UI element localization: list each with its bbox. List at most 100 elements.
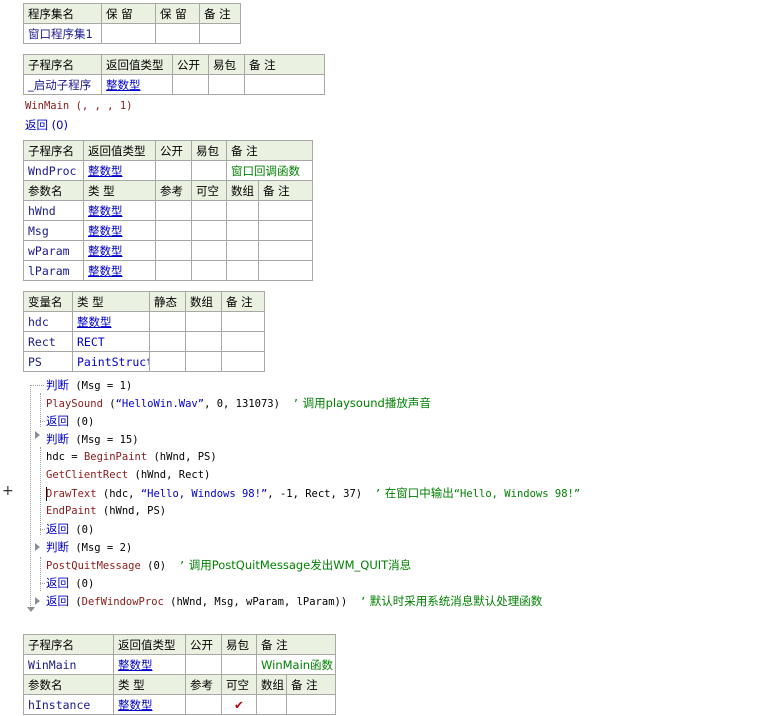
- cell[interactable]: [258, 240, 313, 261]
- cell[interactable]: [256, 694, 287, 715]
- param-type-cell[interactable]: 整数型: [83, 260, 156, 281]
- cell[interactable]: [155, 260, 192, 281]
- param-row[interactable]: wParam 整数型: [23, 240, 313, 261]
- cell[interactable]: [149, 311, 186, 332]
- param-type-cell[interactable]: 整数型: [83, 200, 156, 221]
- code-line[interactable]: 判断 (Msg = 2): [46, 538, 132, 556]
- param-name-cell[interactable]: hWnd: [23, 200, 84, 221]
- cell[interactable]: [221, 351, 265, 372]
- keyword: 判断: [46, 540, 69, 554]
- cell[interactable]: [191, 260, 227, 281]
- code-line-return[interactable]: 返回 (0): [25, 116, 68, 134]
- remark-cell[interactable]: 窗口回调函数: [226, 160, 313, 181]
- code-line[interactable]: PostQuitMessage (0) ’ 调用PostQuitMessage发…: [46, 556, 411, 574]
- cell[interactable]: [221, 331, 265, 352]
- variable-type-cell[interactable]: RECT: [72, 331, 150, 352]
- startup-sub-table: 子程序名 返回值类型 公开 易包 备 注 _启动子程序 整数型: [23, 54, 325, 95]
- param-type-cell[interactable]: 整数型: [83, 240, 156, 261]
- cell[interactable]: [185, 351, 222, 372]
- code-line-winmain-call[interactable]: WinMain (, , , 1): [25, 97, 132, 115]
- cell[interactable]: [155, 160, 192, 181]
- code-line-current[interactable]: DrawText (hdc, “Hello, Windows 98!”, -1,…: [46, 484, 580, 502]
- cell[interactable]: [191, 200, 227, 221]
- cell[interactable]: [155, 220, 192, 241]
- add-line-plus-icon[interactable]: +: [2, 483, 14, 499]
- code-line[interactable]: 返回 (0): [46, 412, 94, 430]
- cell[interactable]: [185, 694, 222, 715]
- variable-name-cell[interactable]: hdc: [23, 311, 73, 332]
- cell[interactable]: [155, 240, 192, 261]
- cell[interactable]: [172, 74, 209, 95]
- table-row[interactable]: WinMain 整数型 WinMain函数: [23, 654, 336, 675]
- cell[interactable]: [185, 311, 222, 332]
- code-line[interactable]: GetClientRect (hWnd, Rect): [46, 466, 210, 484]
- param-name-cell[interactable]: Msg: [23, 220, 84, 241]
- branch-arrow-icon: [35, 543, 40, 551]
- remark-cell[interactable]: WinMain函数: [256, 654, 336, 675]
- variable-type-cell[interactable]: PaintStruct: [72, 351, 150, 372]
- code-line[interactable]: PlaySound (“HelloWin.Wav”, 0, 131073) ’ …: [46, 394, 431, 412]
- cell[interactable]: [155, 23, 200, 44]
- sub-name-cell[interactable]: WinMain: [23, 654, 114, 675]
- cell[interactable]: [208, 74, 245, 95]
- code-line[interactable]: EndPaint (hWnd, PS): [46, 502, 166, 520]
- code-line[interactable]: 判断 (Msg = 15): [46, 430, 139, 448]
- cell[interactable]: [191, 160, 227, 181]
- cell[interactable]: [244, 74, 325, 95]
- cell[interactable]: [191, 220, 227, 241]
- cell[interactable]: [258, 200, 313, 221]
- param-row[interactable]: Msg 整数型: [23, 220, 313, 241]
- variable-row[interactable]: hdc 整数型: [23, 311, 265, 332]
- param-name-cell[interactable]: lParam: [23, 260, 84, 281]
- nullable-check-icon[interactable]: ✔: [221, 694, 257, 715]
- code-line[interactable]: hdc = BeginPaint (hWnd, PS): [46, 448, 217, 466]
- param-name-cell[interactable]: hInstance: [23, 694, 114, 715]
- param-row[interactable]: hInstance 整数型 ✔: [23, 694, 336, 715]
- header-cell: 子程序名: [23, 634, 114, 655]
- header-cell: 公开: [172, 54, 209, 75]
- variable-type-cell[interactable]: 整数型: [72, 311, 150, 332]
- cell[interactable]: [185, 654, 222, 675]
- variable-row[interactable]: PS PaintStruct: [23, 351, 265, 372]
- cell[interactable]: [191, 240, 227, 261]
- variable-name-cell[interactable]: Rect: [23, 331, 73, 352]
- sub-name-cell[interactable]: _启动子程序: [23, 74, 102, 95]
- param-name-cell[interactable]: wParam: [23, 240, 84, 261]
- cell[interactable]: [199, 23, 241, 44]
- cell[interactable]: [226, 220, 259, 241]
- param-type-cell[interactable]: 整数型: [113, 694, 186, 715]
- code-line[interactable]: 判断 (Msg = 1): [46, 376, 132, 394]
- code-line[interactable]: 返回 (0): [46, 520, 94, 538]
- header-cell: 子程序名: [23, 140, 84, 161]
- variable-row[interactable]: Rect RECT: [23, 331, 265, 352]
- comment: 在窗口中输出: [381, 486, 454, 500]
- cell[interactable]: [226, 200, 259, 221]
- cell[interactable]: [286, 694, 336, 715]
- cell[interactable]: [226, 240, 259, 261]
- cell[interactable]: [221, 311, 265, 332]
- cell[interactable]: [226, 260, 259, 281]
- cell[interactable]: [155, 200, 192, 221]
- cell[interactable]: [149, 351, 186, 372]
- variable-name-cell[interactable]: PS: [23, 351, 73, 372]
- param-type-cell[interactable]: 整数型: [83, 220, 156, 241]
- return-type-cell[interactable]: 整数型: [83, 160, 156, 181]
- cell[interactable]: [149, 331, 186, 352]
- code-line[interactable]: 返回 (0): [46, 574, 94, 592]
- param-row[interactable]: lParam 整数型: [23, 260, 313, 281]
- cell[interactable]: [101, 23, 156, 44]
- code-line[interactable]: 返回 (DefWindowProc (hWnd, Msg, wParam, lP…: [46, 592, 542, 610]
- return-type-cell[interactable]: 整数型: [113, 654, 186, 675]
- sub-name-cell[interactable]: WndProc: [23, 160, 84, 181]
- param-row[interactable]: hWnd 整数型: [23, 200, 313, 221]
- table-row[interactable]: _启动子程序 整数型: [23, 74, 325, 95]
- flow-line: [30, 385, 31, 608]
- cell[interactable]: [221, 654, 257, 675]
- table-row[interactable]: WndProc 整数型 窗口回调函数: [23, 160, 313, 181]
- program-set-name-cell[interactable]: 窗口程序集1: [23, 23, 102, 44]
- cell[interactable]: [258, 220, 313, 241]
- cell[interactable]: [258, 260, 313, 281]
- return-type-cell[interactable]: 整数型: [101, 74, 173, 95]
- cell[interactable]: [185, 331, 222, 352]
- table-row[interactable]: 窗口程序集1: [23, 23, 241, 44]
